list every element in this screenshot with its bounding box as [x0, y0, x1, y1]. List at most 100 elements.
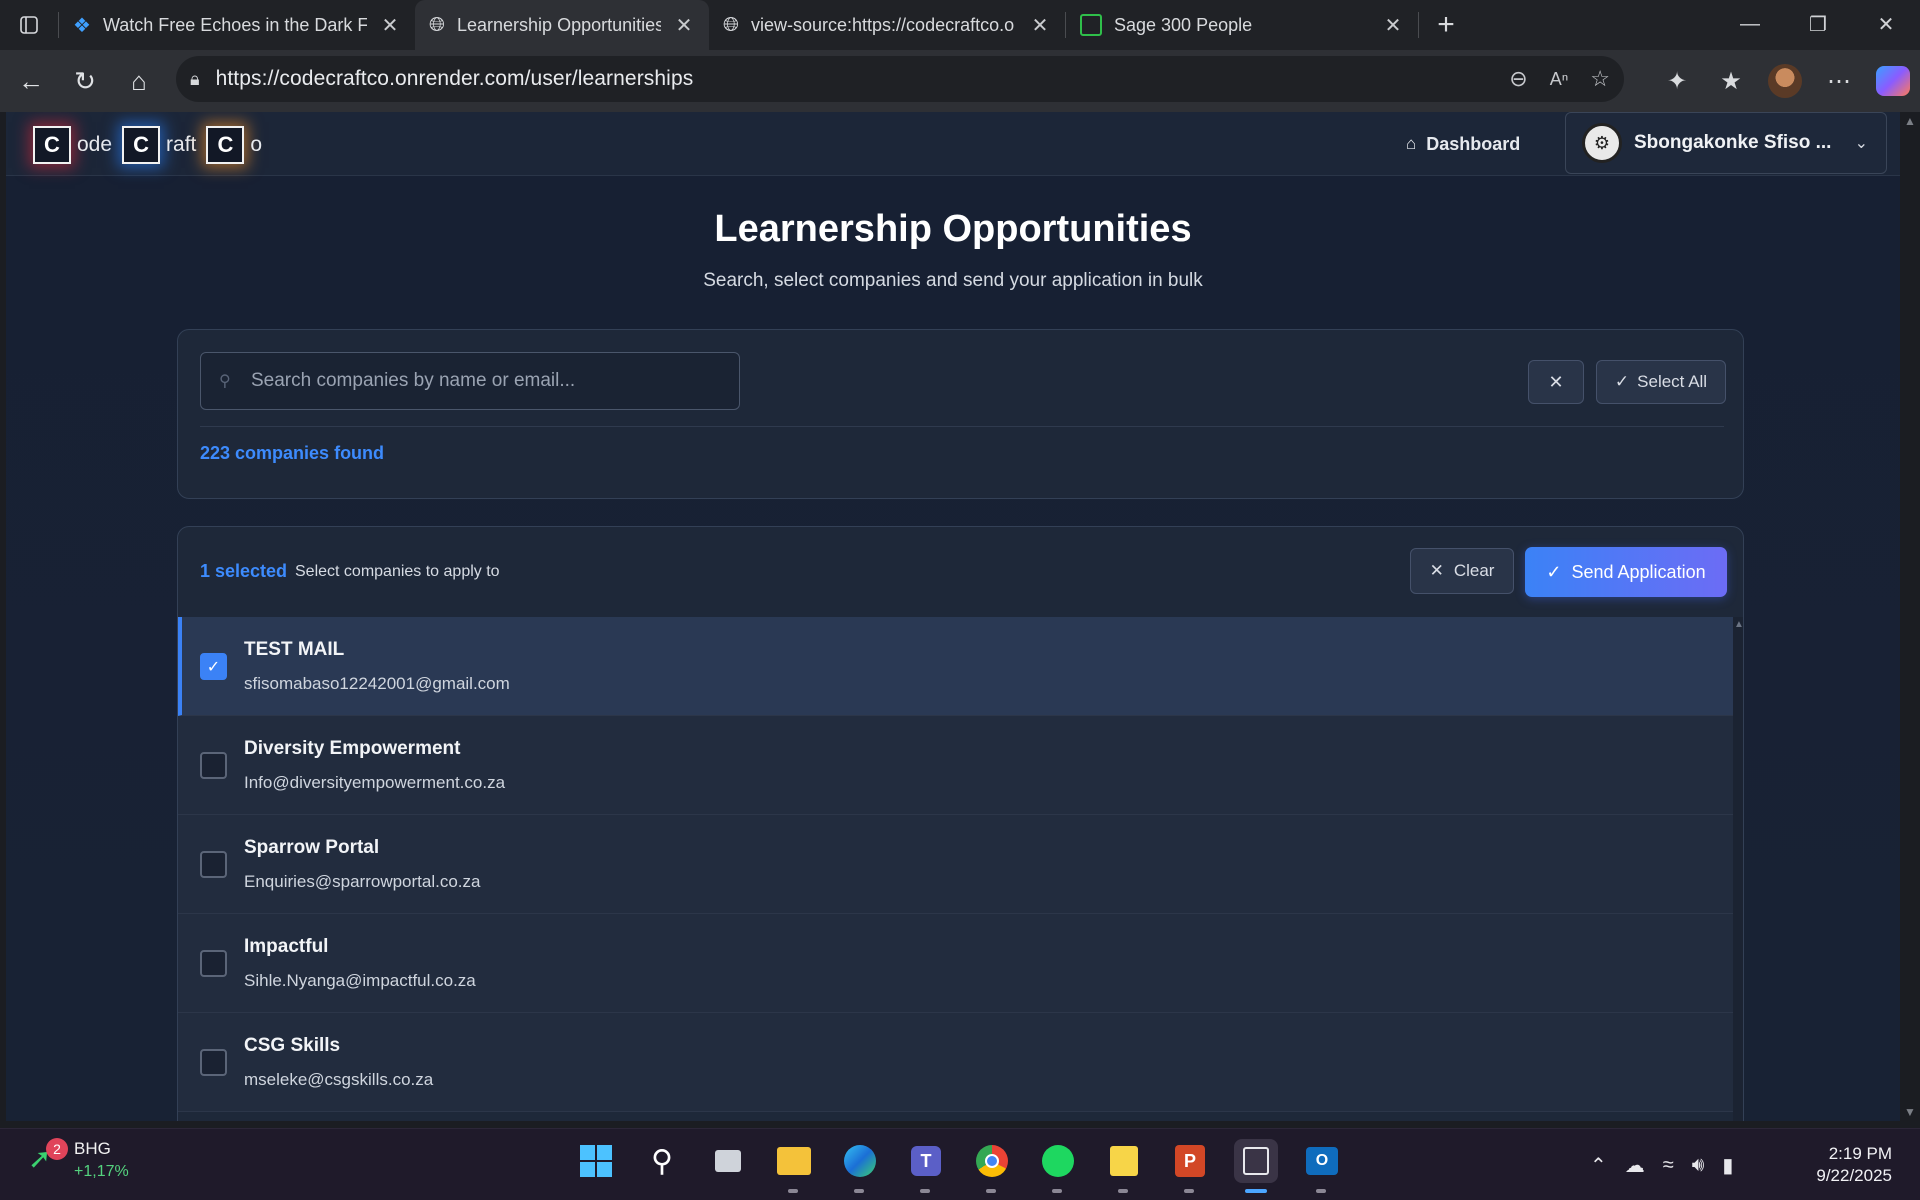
- search-card: ⚲ ✕ ✓ Select All 223 companies found: [177, 329, 1744, 499]
- close-tab-icon[interactable]: ✕: [1029, 13, 1051, 38]
- close-icon: ✕: [1429, 561, 1444, 580]
- clear-selection-button[interactable]: ✕ Clear: [1410, 548, 1514, 594]
- selected-count: 1 selected: [200, 561, 288, 581]
- read-aloud-icon[interactable]: Aⁿ: [1550, 69, 1569, 90]
- company-row[interactable]: ✓ TEST MAIL sfisomabaso12242001@gmail.co…: [178, 617, 1733, 716]
- dashboard-link[interactable]: ⌂ Dashboard: [1406, 112, 1520, 176]
- file-explorer-icon[interactable]: [772, 1139, 816, 1193]
- tab-sage[interactable]: Sage 300 People ✕: [1066, 0, 1418, 50]
- window-controls: — ❐ ✕: [1716, 0, 1920, 48]
- results-count: 223 companies found: [200, 443, 385, 463]
- favorite-star-icon[interactable]: ☆: [1590, 66, 1610, 92]
- row-checkbox[interactable]: [200, 950, 227, 977]
- site-header: C ode C raft C o ⌂ Dashboard ⚙ Sbongakon…: [6, 112, 1900, 176]
- check-icon: ✓: [1546, 561, 1562, 582]
- scroll-down-icon[interactable]: ▼: [1904, 1105, 1916, 1119]
- send-application-button[interactable]: ✓ Send Application: [1525, 547, 1727, 597]
- select-all-button[interactable]: ✓ Select All: [1596, 360, 1726, 404]
- company-email: Sihle.Nyanga@impactful.co.za: [244, 971, 476, 990]
- tab-title: view-source:https://codecraftco.o: [751, 14, 1015, 35]
- search-icon: ⚲: [219, 373, 231, 390]
- company-row[interactable]: Diversity Empowerment Info@diversityempo…: [178, 716, 1733, 815]
- powerpoint-icon[interactable]: P: [1168, 1139, 1212, 1193]
- address-actions: ⊖ Aⁿ ☆: [1509, 56, 1610, 102]
- chrome-icon[interactable]: [970, 1139, 1014, 1193]
- row-checkbox[interactable]: [200, 1049, 227, 1076]
- snipping-tool-icon[interactable]: [1234, 1139, 1278, 1193]
- clock-date: 9/22/2025: [1816, 1166, 1892, 1185]
- zoom-out-icon[interactable]: ⊖: [1509, 66, 1527, 92]
- edge-browser-icon[interactable]: [838, 1139, 882, 1193]
- volume-icon[interactable]: 🔊︎: [1692, 1154, 1705, 1177]
- stock-widget[interactable]: ➚ 2 BHG +1,17%: [28, 1138, 129, 1181]
- spotify-icon[interactable]: [1036, 1139, 1080, 1193]
- tab-title: Watch Free Echoes in the Dark Fu: [102, 14, 367, 35]
- search-field[interactable]: ⚲: [200, 352, 740, 410]
- teams-icon[interactable]: T: [904, 1139, 948, 1193]
- select-all-label: Select All: [1637, 372, 1708, 391]
- scroll-up-icon[interactable]: ▲: [1734, 619, 1743, 630]
- profile-avatar[interactable]: [1758, 56, 1812, 106]
- windows-start-icon[interactable]: [574, 1139, 618, 1183]
- search-input[interactable]: [251, 370, 731, 392]
- codecraft-logo[interactable]: C ode C raft C o: [33, 126, 268, 164]
- browser-tab-strip: ❖ Watch Free Echoes in the Dark Fu ✕ 🌐︎ …: [0, 0, 1920, 50]
- tab-view-source[interactable]: 🌐︎ view-source:https://codecraftco.o ✕: [709, 0, 1065, 50]
- row-checkbox[interactable]: [200, 851, 227, 878]
- chevron-up-icon[interactable]: ⌃: [1590, 1153, 1607, 1178]
- task-view-icon[interactable]: [706, 1139, 750, 1183]
- company-name: TEST MAIL: [244, 639, 345, 660]
- home-icon[interactable]: ⌂: [112, 56, 166, 106]
- search-icon[interactable]: ⚲: [640, 1139, 684, 1183]
- onedrive-icon[interactable]: ☁: [1625, 1153, 1645, 1178]
- company-row[interactable]: Impactful Sihle.Nyanga@impactful.co.za: [178, 914, 1733, 1013]
- company-email: Info@diversityempowerment.co.za: [244, 773, 506, 792]
- url-text[interactable]: https://codecraftco.onrender.com/user/le…: [216, 67, 694, 91]
- system-clock[interactable]: 2:19 PM 9/22/2025: [1806, 1143, 1892, 1187]
- wifi-icon[interactable]: ≈: [1663, 1154, 1674, 1177]
- logo-letter: C: [206, 126, 245, 164]
- clear-label: Clear: [1453, 561, 1495, 580]
- list-scrollbar[interactable]: ▲: [1733, 617, 1743, 1121]
- address-bar[interactable]: 🔒︎ https://codecraftco.onrender.com/user…: [176, 56, 1624, 102]
- extensions-icon[interactable]: ✦: [1650, 56, 1704, 106]
- favorites-icon[interactable]: ★: [1704, 56, 1758, 106]
- user-menu[interactable]: ⚙ Sbongakonke Sfiso ... ⌄: [1565, 112, 1887, 174]
- close-window-icon[interactable]: ✕: [1852, 0, 1920, 48]
- company-row[interactable]: Sparrow Portal Enquiries@sparrowportal.c…: [178, 815, 1733, 914]
- scroll-up-icon[interactable]: ▲: [1904, 114, 1916, 128]
- dashboard-label: Dashboard: [1426, 133, 1521, 154]
- back-icon[interactable]: ←: [4, 56, 58, 106]
- more-menu-icon[interactable]: ⋯: [1812, 56, 1866, 106]
- company-name: Sparrow Portal: [244, 837, 380, 858]
- new-tab-button[interactable]: +: [1419, 8, 1473, 42]
- outlook-icon[interactable]: O: [1300, 1139, 1344, 1193]
- clock-time: 2:19 PM: [1828, 1144, 1892, 1163]
- close-tab-icon[interactable]: ✕: [673, 13, 695, 38]
- minimize-icon[interactable]: —: [1716, 0, 1784, 48]
- companies-card: 1 selected Select companies to apply to …: [177, 526, 1744, 1121]
- logo-text: raft: [166, 133, 197, 156]
- close-tab-icon[interactable]: ✕: [379, 13, 401, 38]
- copilot-icon[interactable]: [1866, 56, 1920, 106]
- tab-learnership[interactable]: 🌐︎ Learnership Opportunities - Code ✕: [415, 0, 709, 50]
- system-tray: ⌃ ☁ ≈ 🔊︎ ▮: [1590, 1129, 1733, 1200]
- clear-search-button[interactable]: ✕: [1528, 360, 1584, 404]
- lock-icon[interactable]: 🔒︎: [190, 69, 200, 90]
- close-tab-icon[interactable]: ✕: [1382, 13, 1404, 38]
- page-viewport: C ode C raft C o ⌂ Dashboard ⚙ Sbongakon…: [6, 112, 1900, 1121]
- page-scrollbar[interactable]: ▲ ▼: [1900, 112, 1920, 1121]
- restore-icon[interactable]: ❐: [1784, 0, 1852, 48]
- tab-watch-free[interactable]: ❖ Watch Free Echoes in the Dark Fu ✕: [59, 0, 415, 50]
- row-checkbox[interactable]: ✓: [200, 653, 227, 680]
- tab-title: Sage 300 People: [1114, 14, 1253, 35]
- sticky-notes-icon[interactable]: [1102, 1139, 1146, 1193]
- sage-icon: [1080, 14, 1102, 36]
- company-row[interactable]: CSG Skills mseleke@csgskills.co.za: [178, 1013, 1733, 1112]
- chevron-down-icon: ⌄: [1854, 135, 1868, 152]
- row-checkbox[interactable]: [200, 752, 227, 779]
- battery-icon[interactable]: ▮: [1722, 1153, 1733, 1178]
- tab-actions-icon[interactable]: [0, 0, 58, 50]
- refresh-icon[interactable]: ↻: [58, 56, 112, 106]
- check-icon: ✓: [1614, 372, 1630, 391]
